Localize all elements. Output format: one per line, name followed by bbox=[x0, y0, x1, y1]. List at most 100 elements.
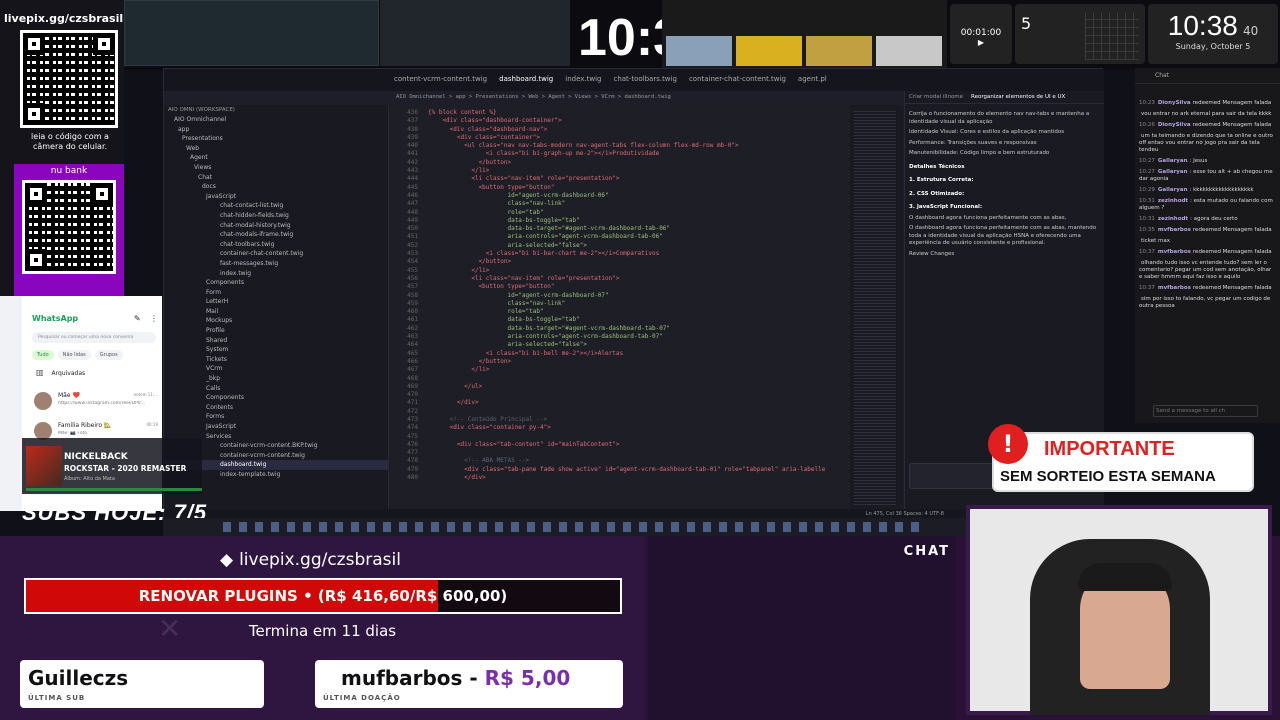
tree-folder[interactable]: Contents bbox=[164, 403, 388, 413]
tree-folder[interactable]: Views bbox=[164, 163, 388, 173]
new-chat-icon[interactable]: ✎ bbox=[134, 314, 141, 323]
twitch-msg-time: 10:31 bbox=[1139, 198, 1155, 204]
timer-widget[interactable]: 00:01:00 ▶ bbox=[950, 4, 1012, 64]
twitch-msg-user[interactable]: zezinhodt bbox=[1158, 216, 1188, 222]
archived-row[interactable]: 🗄 Arquivadas bbox=[36, 370, 85, 377]
tree-folder[interactable]: Tickets bbox=[164, 355, 388, 365]
tree-folder[interactable]: Shared bbox=[164, 336, 388, 346]
twitch-msg-text: redeemed Mensagem falada bbox=[1192, 122, 1272, 128]
now-playing-widget: NICKELBACK ROCKSTAR - 2020 REMASTER Álbu… bbox=[22, 438, 202, 494]
important-title: IMPORTANTE bbox=[1044, 438, 1175, 460]
code-area[interactable]: 436 {% block content %} 437 <div class="da… bbox=[390, 105, 850, 509]
chat-name: Mãe ❤️ bbox=[58, 392, 80, 399]
tree-folder[interactable]: VCrm bbox=[164, 364, 388, 374]
twitch-msg-user[interactable]: Gallaryan bbox=[1158, 187, 1188, 193]
tree-folder[interactable]: Calls bbox=[164, 384, 388, 394]
tree-folder[interactable]: JavaScript bbox=[164, 192, 388, 202]
code-text: data-bs-toggle="tab" bbox=[428, 216, 580, 224]
twitch-msg-user[interactable]: DionySilva bbox=[1158, 122, 1191, 128]
tree-file[interactable]: chat-hidden-fields.twig bbox=[164, 211, 388, 221]
ai-chat-line: 2. CSS Otimizado: bbox=[909, 190, 965, 197]
tree-folder[interactable]: app bbox=[164, 125, 388, 135]
explorer-title: AIO OMNI (WORKSPACE) bbox=[168, 107, 235, 113]
twitch-message: olhando tudo isso vc entende tudo? sem l… bbox=[1135, 258, 1280, 283]
editor-tab[interactable]: chat-toolbars.twig bbox=[613, 75, 676, 83]
line-number: 449 bbox=[407, 216, 418, 224]
minimap[interactable] bbox=[850, 105, 900, 509]
code-line: 479 <div class="tab-pane fade show activ… bbox=[390, 466, 850, 474]
tree-file[interactable]: index.twig bbox=[164, 269, 388, 279]
code-line: 476 <div class="tab-content" id="mainTab… bbox=[390, 441, 850, 449]
tree-file[interactable]: chat-modals-iframe.twig bbox=[164, 230, 388, 240]
qr-caption: leia o código com a câmera do celular. bbox=[31, 132, 109, 151]
code-text: </button> bbox=[428, 357, 512, 365]
twitch-msg-user[interactable]: Gallaryan bbox=[1158, 158, 1188, 164]
editor-tab[interactable]: content-vcrm-content.twig bbox=[394, 75, 487, 83]
code-text: <div class="tab-pane fade show active" i… bbox=[428, 465, 826, 473]
tree-file[interactable]: fast-messages.twig bbox=[164, 259, 388, 269]
line-number: 474 bbox=[407, 424, 418, 432]
twitch-msg-user[interactable]: mvfbarbos bbox=[1158, 227, 1191, 233]
editor-tab[interactable]: dashboard.twig bbox=[499, 75, 553, 83]
tree-folder[interactable]: JavaScript bbox=[164, 422, 388, 432]
tree-folder[interactable]: AIO Omnichannel bbox=[164, 115, 388, 125]
code-line: 448 role="tab" bbox=[390, 209, 850, 217]
tree-folder[interactable]: Chat bbox=[164, 173, 388, 183]
whatsapp-filter-chip[interactable]: Não lidas bbox=[57, 350, 91, 360]
line-number: 469 bbox=[407, 382, 418, 390]
code-text: data-bs-target="#agent-vcrm-dashboard-ta… bbox=[428, 324, 671, 332]
tree-file[interactable]: chat-toolbars.twig bbox=[164, 240, 388, 250]
twitch-msg-time: 10:37 bbox=[1139, 249, 1155, 255]
ai-chat-tab[interactable]: Reorganizar elementos de UI e UX bbox=[971, 94, 1065, 100]
breadcrumb[interactable]: AIO Omnichannel > app > Presentations > … bbox=[396, 94, 671, 100]
tree-file[interactable]: chat-contact-list.twig bbox=[164, 201, 388, 211]
code-text: <!-- ABA METAS --> bbox=[428, 457, 530, 465]
play-icon[interactable]: ▶ bbox=[950, 38, 1012, 47]
twitch-msg-user[interactable]: mvfbarbos bbox=[1158, 285, 1191, 291]
tree-folder[interactable]: Presentations bbox=[164, 134, 388, 144]
tree-folder[interactable]: System bbox=[164, 345, 388, 355]
editor-tab[interactable]: index.twig bbox=[565, 75, 601, 83]
tree-file[interactable]: container-chat-content.twig bbox=[164, 249, 388, 259]
twitch-msg-time: 10:27 bbox=[1139, 158, 1155, 164]
tree-folder[interactable]: docs bbox=[164, 182, 388, 192]
editor-tab[interactable]: container-chat-content.twig bbox=[689, 75, 786, 83]
tree-folder[interactable]: Agent bbox=[164, 153, 388, 163]
menu-icon[interactable]: ⋮ bbox=[150, 314, 158, 323]
twitch-msg-user[interactable]: DionySilva bbox=[1158, 100, 1191, 106]
obs-panel-mid bbox=[380, 0, 570, 66]
code-line: 480 </div> bbox=[390, 474, 850, 482]
tree-folder[interactable]: Mail bbox=[164, 307, 388, 317]
whatsapp-chat-item[interactable]: Mãe ❤️ https://www.instagram.com/reel/DP0… bbox=[32, 390, 160, 420]
whatsapp-filter-chip[interactable]: Grupos bbox=[94, 350, 123, 360]
tree-folder[interactable]: Components bbox=[164, 393, 388, 403]
twitch-msg-user[interactable]: Gallaryan bbox=[1158, 169, 1188, 175]
tree-folder[interactable]: Components bbox=[164, 278, 388, 288]
twitch-msg-user[interactable]: zezinhodt bbox=[1158, 198, 1188, 204]
tree-folder[interactable]: Mockups bbox=[164, 316, 388, 326]
whatsapp-filter-chip[interactable]: Tudo bbox=[32, 350, 54, 360]
tree-folder[interactable]: LetterH bbox=[164, 297, 388, 307]
line-number: 447 bbox=[407, 200, 418, 208]
ai-chat-tab[interactable]: Criar modal illnome bbox=[909, 94, 963, 100]
twitch-chat-input[interactable]: Send a message to all ch bbox=[1153, 405, 1258, 417]
twitch-msg-user[interactable]: mvfbarbos bbox=[1158, 249, 1191, 255]
tree-folder[interactable]: Forms bbox=[164, 412, 388, 422]
tree-folder[interactable]: Web bbox=[164, 144, 388, 154]
donation-goal-bar: RENOVAR PLUGINS • (R$ 416,60/R$ 600,00) bbox=[24, 578, 622, 614]
qr-panel: livepix.gg/czsbrasil leia o código com a… bbox=[0, 0, 124, 305]
twitch-message: 10:31 zezinhodt: esta mutado ou falando c… bbox=[1135, 196, 1280, 214]
code-line: 445 <button type="button" bbox=[390, 184, 850, 192]
code-line: 463 aria-controls="agent-vcrm-dashboard-… bbox=[390, 333, 850, 341]
code-text: <i class="bi bi-graph-up me-2"></i>Produ… bbox=[428, 150, 660, 158]
tree-folder[interactable]: _bkp bbox=[164, 374, 388, 384]
tree-folder[interactable]: Profile bbox=[164, 326, 388, 336]
line-number: 459 bbox=[407, 299, 418, 307]
twitch-message: 10:35 mvfbarbos redeemed Mensagem falada bbox=[1135, 225, 1280, 236]
tree-folder[interactable]: Form bbox=[164, 288, 388, 298]
editor-tab[interactable]: agent.pl bbox=[798, 75, 827, 83]
code-line: 462 data-bs-target="#agent-vcrm-dashboar… bbox=[390, 325, 850, 333]
tree-file[interactable]: chat-modal-history.twig bbox=[164, 221, 388, 231]
line-number: 477 bbox=[407, 449, 418, 457]
whatsapp-search[interactable]: Pesquisar ou começar uma nova conversa bbox=[32, 332, 156, 343]
